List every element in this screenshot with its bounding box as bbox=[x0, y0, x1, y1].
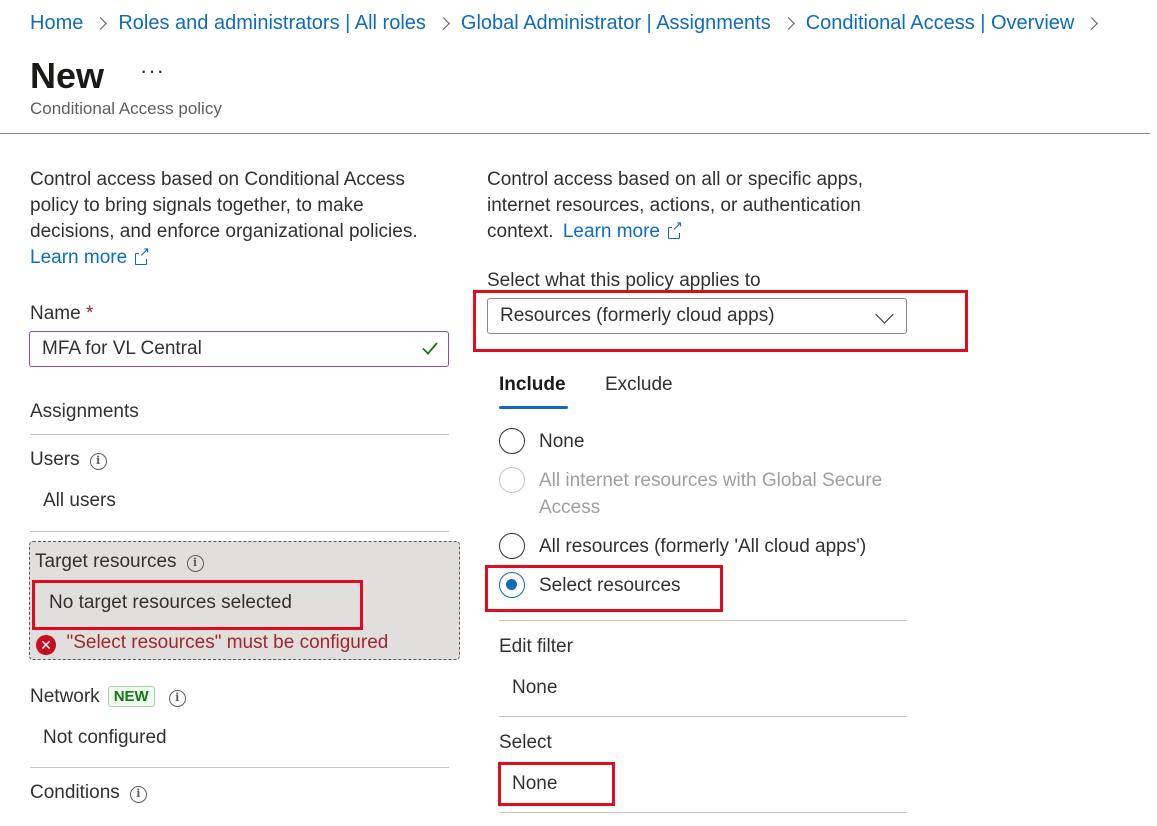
check-icon bbox=[422, 342, 438, 355]
conditions-label-text: Conditions bbox=[30, 782, 120, 803]
radio-button bbox=[499, 467, 525, 493]
target-resources-error: ✕ "Select resources" must be configured bbox=[36, 632, 388, 655]
radio-label: All internet resources with Global Secur… bbox=[539, 467, 882, 521]
policy-name-value: MFA for VL Central bbox=[42, 338, 202, 359]
left-intro-line: decisions, and enforce organizational po… bbox=[30, 221, 418, 242]
assignments-heading: Assignments bbox=[30, 401, 139, 422]
chevron-down-icon bbox=[875, 305, 894, 324]
radio-label: Select resources bbox=[539, 575, 681, 596]
info-icon[interactable]: i bbox=[168, 690, 186, 707]
right-intro-line: internet resources, actions, or authenti… bbox=[487, 195, 861, 216]
new-badge: NEW bbox=[107, 686, 155, 707]
users-value-link[interactable]: All users bbox=[43, 490, 116, 512]
left-learn-more-link[interactable]: Learn more bbox=[30, 247, 127, 268]
external-link-icon bbox=[668, 219, 683, 239]
radio-all-resources[interactable]: All resources (formerly 'All cloud apps'… bbox=[499, 533, 866, 560]
breadcrumb-conditional-access[interactable]: Conditional Access | Overview bbox=[806, 12, 1075, 35]
radio-none[interactable]: None bbox=[499, 428, 584, 455]
radio-button[interactable] bbox=[499, 428, 525, 454]
divider bbox=[30, 434, 449, 435]
chevron-right-icon bbox=[1085, 17, 1099, 30]
users-label-text: Users bbox=[30, 449, 80, 470]
radio-label: All resources (formerly 'All cloud apps'… bbox=[539, 536, 867, 557]
radio-label: None bbox=[539, 431, 585, 452]
left-intro-line: policy to bring signals together, to mak… bbox=[30, 195, 364, 216]
applies-to-dropdown[interactable]: Resources (formerly cloud apps) bbox=[487, 298, 907, 334]
right-intro-line: Control access based on all or specific … bbox=[487, 169, 863, 190]
target-resources-label-text: Target resources bbox=[35, 551, 177, 572]
chevron-right-icon bbox=[437, 17, 450, 30]
required-asterisk: * bbox=[85, 303, 94, 324]
radio-select-resources[interactable]: Select resources bbox=[499, 572, 681, 599]
left-intro: Control access based on Conditional Acce… bbox=[30, 167, 460, 271]
page-subtitle: Conditional Access policy bbox=[30, 99, 222, 118]
select-value-link[interactable]: None bbox=[512, 773, 557, 795]
radio-button[interactable] bbox=[499, 533, 525, 559]
divider bbox=[30, 531, 449, 532]
applies-to-selected: Resources (formerly cloud apps) bbox=[500, 305, 775, 326]
more-options-icon[interactable]: ··· bbox=[140, 58, 165, 84]
right-intro: Control access based on all or specific … bbox=[487, 167, 927, 245]
tab-exclude[interactable]: Exclude bbox=[605, 374, 673, 396]
applies-to-label: Select what this policy applies to bbox=[487, 270, 761, 291]
breadcrumb-global-admin[interactable]: Global Administrator | Assignments bbox=[461, 12, 771, 35]
edit-filter-label: Edit filter bbox=[499, 636, 573, 657]
users-label: Users i bbox=[30, 449, 107, 471]
target-resources-value-link[interactable]: No target resources selected bbox=[49, 592, 292, 614]
tab-include[interactable]: Include bbox=[499, 374, 566, 396]
info-icon[interactable]: i bbox=[129, 786, 147, 803]
select-label: Select bbox=[499, 732, 552, 753]
chevron-right-icon bbox=[94, 17, 108, 30]
chevron-right-icon bbox=[781, 17, 795, 30]
breadcrumb: Home Roles and administrators | All role… bbox=[30, 12, 1109, 35]
conditions-label: Conditions i bbox=[30, 782, 147, 804]
tab-include-underline bbox=[499, 406, 568, 409]
radio-label-line: Access bbox=[539, 497, 601, 518]
error-message: "Select resources" must be configured bbox=[66, 632, 389, 653]
network-label: Network NEW i bbox=[30, 686, 186, 708]
divider bbox=[30, 767, 449, 768]
radio-label-line: All internet resources with Global Secur… bbox=[539, 470, 883, 491]
divider bbox=[499, 620, 907, 621]
breadcrumb-roles[interactable]: Roles and administrators | All roles bbox=[118, 12, 426, 35]
network-label-text: Network bbox=[30, 686, 100, 707]
policy-name-input[interactable]: MFA for VL Central bbox=[29, 331, 449, 367]
info-icon[interactable]: i bbox=[89, 453, 107, 470]
error-icon: ✕ bbox=[36, 635, 56, 655]
page-title: New bbox=[30, 55, 105, 96]
right-learn-more-link[interactable]: Learn more bbox=[563, 221, 660, 242]
edit-filter-value-link[interactable]: None bbox=[512, 677, 557, 699]
name-label-text: Name bbox=[30, 303, 81, 324]
radio-button[interactable] bbox=[499, 572, 525, 598]
network-value-link[interactable]: Not configured bbox=[43, 727, 167, 749]
right-intro-line: context. bbox=[487, 221, 554, 242]
divider bbox=[499, 812, 907, 813]
left-intro-line: Control access based on Conditional Acce… bbox=[30, 169, 405, 190]
target-resources-label: Target resources i bbox=[35, 551, 204, 573]
name-label: Name * bbox=[30, 303, 93, 325]
radio-all-internet-resources: All internet resources with Global Secur… bbox=[499, 467, 882, 521]
breadcrumb-home[interactable]: Home bbox=[30, 12, 83, 35]
header-divider bbox=[0, 133, 1150, 134]
external-link-icon bbox=[135, 245, 151, 265]
divider bbox=[499, 716, 907, 717]
info-icon[interactable]: i bbox=[186, 555, 204, 572]
